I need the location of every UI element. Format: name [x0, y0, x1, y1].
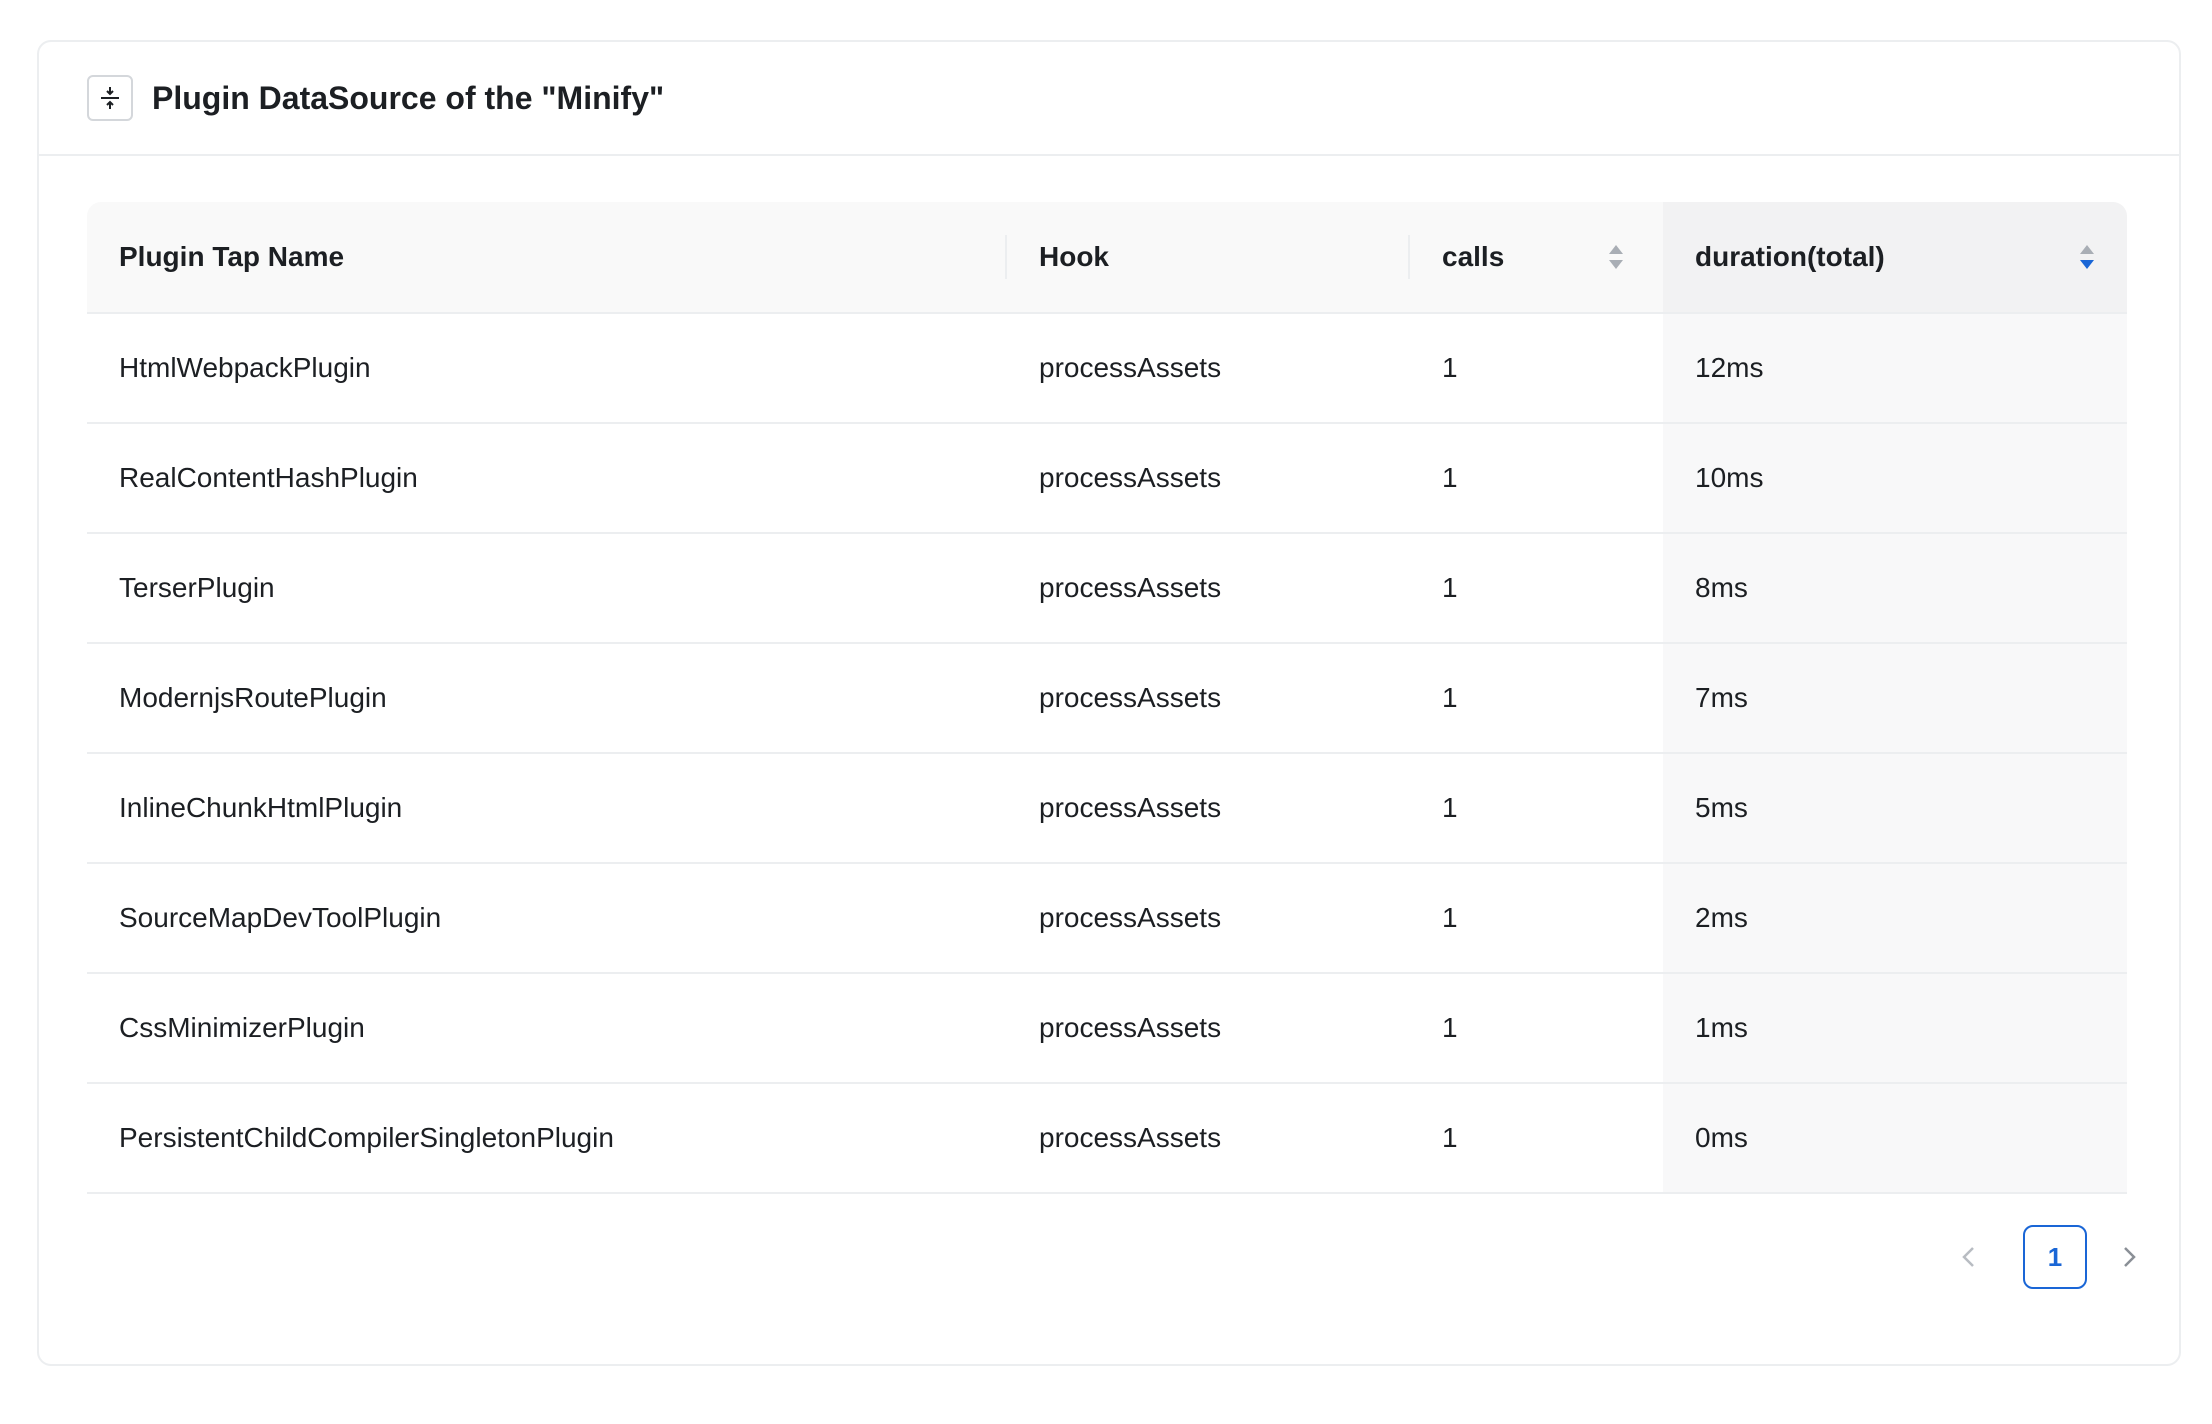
collapse-button[interactable]	[87, 75, 133, 121]
hook-cell: processAssets	[1007, 863, 1410, 974]
calls-cell: 1	[1410, 1083, 1663, 1194]
column-header-calls[interactable]: calls	[1410, 202, 1663, 314]
calls-cell: 1	[1410, 973, 1663, 1084]
sort-icon[interactable]	[1607, 242, 1625, 272]
duration-cell: 7ms	[1663, 643, 2127, 754]
plugin-name-cell: InlineChunkHtmlPlugin	[87, 753, 1007, 864]
hook-cell: processAssets	[1007, 753, 1410, 864]
table-row: SourceMapDevToolPlugin processAssets 1 2…	[87, 863, 2127, 974]
hook-cell: processAssets	[1007, 533, 1410, 644]
duration-cell: 10ms	[1663, 423, 2127, 534]
calls-cell: 1	[1410, 863, 1663, 974]
hook-cell: processAssets	[1007, 423, 1410, 534]
calls-cell: 1	[1410, 753, 1663, 864]
duration-cell: 2ms	[1663, 863, 2127, 974]
card-header: Plugin DataSource of the "Minify"	[39, 42, 2179, 156]
duration-cell: 8ms	[1663, 533, 2127, 644]
duration-cell: 0ms	[1663, 1083, 2127, 1194]
column-header-label: duration(total)	[1695, 241, 1885, 272]
table-row: CssMinimizerPlugin processAssets 1 1ms	[87, 973, 2127, 1084]
plugin-name-cell: PersistentChildCompilerSingletonPlugin	[87, 1083, 1007, 1194]
table-row: RealContentHashPlugin processAssets 1 10…	[87, 423, 2127, 534]
pagination: 1	[1953, 1225, 2183, 1289]
table-row: InlineChunkHtmlPlugin processAssets 1 5m…	[87, 753, 2127, 864]
column-header-label: Plugin Tap Name	[119, 241, 345, 272]
column-header-duration-total[interactable]: duration(total)	[1663, 202, 2127, 314]
chevron-right-icon[interactable]	[2113, 1241, 2145, 1273]
hook-cell: processAssets	[1007, 973, 1410, 1084]
column-header-label: Hook	[1039, 241, 1109, 272]
plugin-datasource-card: Plugin DataSource of the "Minify" Plugin…	[37, 40, 2181, 1366]
calls-cell: 1	[1410, 643, 1663, 754]
table-row: TerserPlugin processAssets 1 8ms	[87, 533, 2127, 644]
plugin-name-cell: HtmlWebpackPlugin	[87, 313, 1007, 424]
page-button-current[interactable]: 1	[2023, 1225, 2087, 1289]
sort-descending-icon[interactable]	[2078, 242, 2096, 272]
hook-cell: processAssets	[1007, 1083, 1410, 1194]
plugin-name-cell: TerserPlugin	[87, 533, 1007, 644]
plugin-name-cell: RealContentHashPlugin	[87, 423, 1007, 534]
calls-cell: 1	[1410, 423, 1663, 534]
table-row: PersistentChildCompilerSingletonPlugin p…	[87, 1083, 2127, 1194]
table-row: HtmlWebpackPlugin processAssets 1 12ms	[87, 313, 2127, 424]
duration-cell: 1ms	[1663, 973, 2127, 1084]
plugin-name-cell: ModernjsRoutePlugin	[87, 643, 1007, 754]
card-title: Plugin DataSource of the "Minify"	[152, 80, 665, 116]
plugin-name-cell: SourceMapDevToolPlugin	[87, 863, 1007, 974]
calls-cell: 1	[1410, 533, 1663, 644]
table-header-row: Plugin Tap Name Hook calls duration(tota…	[87, 202, 2127, 314]
hook-cell: processAssets	[1007, 313, 1410, 424]
plugin-table: Plugin Tap Name Hook calls duration(tota…	[87, 202, 2127, 1194]
calls-cell: 1	[1410, 313, 1663, 424]
chevron-left-icon[interactable]	[1953, 1241, 1985, 1273]
collapse-icon	[101, 87, 119, 109]
duration-cell: 5ms	[1663, 753, 2127, 864]
column-header-plugin-tap-name: Plugin Tap Name	[87, 202, 1007, 314]
column-header-hook: Hook	[1007, 202, 1410, 314]
plugin-name-cell: CssMinimizerPlugin	[87, 973, 1007, 1084]
table-row: ModernjsRoutePlugin processAssets 1 7ms	[87, 643, 2127, 754]
duration-cell: 12ms	[1663, 313, 2127, 424]
hook-cell: processAssets	[1007, 643, 1410, 754]
column-header-label: calls	[1442, 241, 1505, 272]
